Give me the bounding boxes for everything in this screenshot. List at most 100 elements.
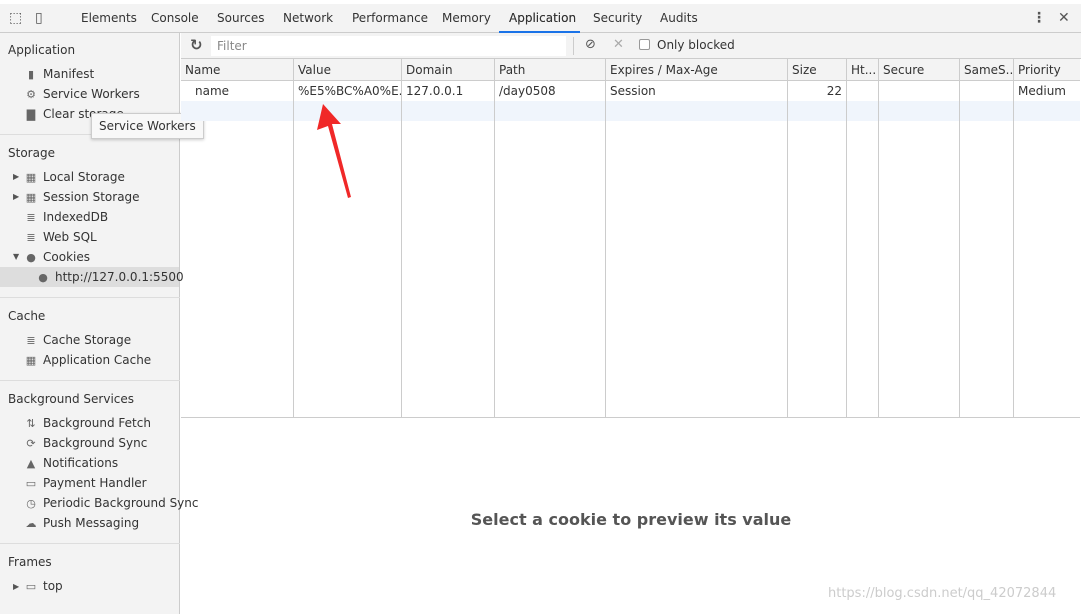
annotation-arrow (317, 104, 351, 198)
collapse-arrow-icon[interactable]: ▼ (13, 252, 19, 261)
expand-arrow-icon[interactable]: ▶ (13, 172, 19, 181)
cell-path[interactable]: /day0508 (495, 81, 605, 101)
refresh-icon[interactable]: ↻ (190, 36, 203, 54)
divider (573, 37, 574, 55)
column-header-httponly[interactable]: Ht... (847, 59, 878, 81)
column-divider[interactable] (605, 59, 606, 417)
trash-icon: ▇ (26, 108, 36, 121)
column-divider[interactable] (846, 59, 847, 417)
column-header-secure[interactable]: Secure (879, 59, 959, 81)
cookie-icon: ● (26, 251, 36, 264)
document-icon: ▮ (27, 68, 35, 81)
sidebar-item-application-cache[interactable]: ▦ Application Cache (24, 350, 151, 370)
credit-card-icon: ▭ (25, 477, 37, 490)
column-header-expires[interactable]: Expires / Max-Age (606, 59, 787, 81)
sidebar-item-background-fetch[interactable]: ⇅ Background Fetch (24, 413, 151, 433)
active-tab-label: Application (509, 11, 577, 25)
column-header-size[interactable]: Size (788, 59, 846, 81)
divider (0, 297, 180, 298)
sidebar-item-periodic-background-sync[interactable]: ◷ Periodic Background Sync (24, 493, 198, 513)
divider (0, 543, 180, 544)
cookie-preview-pane: Select a cookie to preview its value (181, 418, 1081, 614)
sidebar-item-session-storage[interactable]: ▦ Session Storage (24, 187, 140, 207)
sidebar-item-indexeddb[interactable]: ≣ IndexedDB (24, 207, 108, 227)
tab-memory[interactable]: Memory (442, 11, 491, 25)
column-header-priority[interactable]: Priority (1014, 59, 1080, 81)
cell-samesite[interactable] (960, 81, 1013, 101)
cookie-icon: ● (38, 271, 48, 284)
preview-placeholder: Select a cookie to preview its value (470, 510, 792, 529)
cell-size[interactable]: 22 (788, 81, 846, 101)
sidebar-item-notifications[interactable]: ▲ Notifications (24, 453, 118, 473)
device-toolbar-icon[interactable]: ▯ (35, 10, 43, 26)
sidebar-item-manifest[interactable]: ▮ Manifest (24, 64, 94, 84)
tab-audits[interactable]: Audits (660, 11, 698, 25)
section-storage: Storage (8, 146, 55, 160)
sidebar-item-push-messaging[interactable]: ☁ Push Messaging (24, 513, 140, 533)
database-icon: ≣ (26, 231, 36, 244)
cell-expires[interactable]: Session (606, 81, 787, 101)
grid-icon: ▦ (25, 191, 37, 204)
tab-network[interactable]: Network (283, 11, 333, 25)
cell-name[interactable]: name (181, 81, 293, 101)
column-header-samesite[interactable]: SameS... (960, 59, 1013, 81)
tab-elements[interactable]: Elements (81, 11, 137, 25)
cell-value[interactable]: %E5%BC%A0%E... (294, 81, 401, 101)
column-divider[interactable] (494, 59, 495, 417)
only-blocked-checkbox[interactable] (639, 39, 650, 50)
watermark: https://blog.csdn.net/qq_42072844 (828, 586, 1057, 601)
sync-icon: ⟳ (26, 437, 36, 450)
gear-icon: ⚙ (26, 88, 36, 101)
cloud-icon: ☁ (25, 517, 37, 530)
column-divider[interactable] (878, 59, 879, 417)
sidebar-item-cache-storage[interactable]: ≣ Cache Storage (24, 330, 131, 350)
only-blocked-label: Only blocked (657, 38, 735, 52)
cookie-toolbar: ↻ ⊘ ✕ Only blocked (181, 33, 1081, 59)
red-arrow-shape (317, 104, 351, 198)
expand-arrow-icon[interactable]: ▶ (13, 192, 19, 201)
sidebar-item-service-workers[interactable]: ⚙ Service Workers (24, 84, 140, 104)
column-divider[interactable] (959, 59, 960, 417)
sidebar-item-payment-handler[interactable]: ▭ Payment Handler (24, 473, 147, 493)
filter-input[interactable] (211, 36, 566, 56)
up-down-arrows-icon: ⇅ (26, 417, 36, 430)
bell-icon: ▲ (26, 457, 36, 470)
tab-performance[interactable]: Performance (352, 11, 428, 25)
cell-priority[interactable]: Medium (1014, 81, 1080, 101)
close-icon[interactable]: ✕ (1058, 10, 1070, 26)
sidebar-item-frame-top[interactable]: ▭ top (24, 576, 63, 596)
column-header-path[interactable]: Path (495, 59, 605, 81)
grid-icon: ▦ (25, 354, 37, 367)
grid-icon: ▦ (25, 171, 37, 184)
column-divider[interactable] (401, 59, 402, 417)
more-options-icon[interactable]: ⋮ (1032, 10, 1046, 26)
column-header-name[interactable]: Name (181, 59, 293, 81)
column-divider[interactable] (1013, 59, 1014, 417)
sidebar-item-web-sql[interactable]: ≣ Web SQL (24, 227, 96, 247)
sidebar-item-cookie-origin[interactable]: ● http://127.0.0.1:5500 (36, 267, 183, 287)
clear-all-icon[interactable]: ⊘ (585, 37, 596, 52)
tab-sources[interactable]: Sources (217, 11, 264, 25)
tab-security[interactable]: Security (593, 11, 642, 25)
tab-console[interactable]: Console (151, 11, 199, 25)
database-icon: ≣ (26, 334, 36, 347)
cell-httponly[interactable] (847, 81, 878, 101)
sidebar-item-cookies[interactable]: ● Cookies (24, 247, 90, 267)
expand-arrow-icon[interactable]: ▶ (13, 582, 19, 591)
divider (0, 380, 180, 381)
delete-selected-icon[interactable]: ✕ (613, 37, 624, 52)
clock-icon: ◷ (26, 497, 36, 510)
devtools-tab-bar: ⬚ ▯ Elements Console Sources Network Per… (0, 0, 1081, 33)
cell-secure[interactable] (879, 81, 959, 101)
section-application: Application (8, 43, 76, 57)
section-background-services: Background Services (8, 392, 135, 406)
column-header-domain[interactable]: Domain (402, 59, 494, 81)
section-frames: Frames (8, 555, 52, 569)
column-divider[interactable] (787, 59, 788, 417)
inspect-element-icon[interactable]: ⬚ (9, 10, 22, 26)
cell-domain[interactable]: 127.0.0.1 (402, 81, 494, 101)
column-header-value[interactable]: Value (294, 59, 401, 81)
column-divider[interactable] (293, 59, 294, 417)
sidebar-item-local-storage[interactable]: ▦ Local Storage (24, 167, 125, 187)
sidebar-item-background-sync[interactable]: ⟳ Background Sync (24, 433, 147, 453)
